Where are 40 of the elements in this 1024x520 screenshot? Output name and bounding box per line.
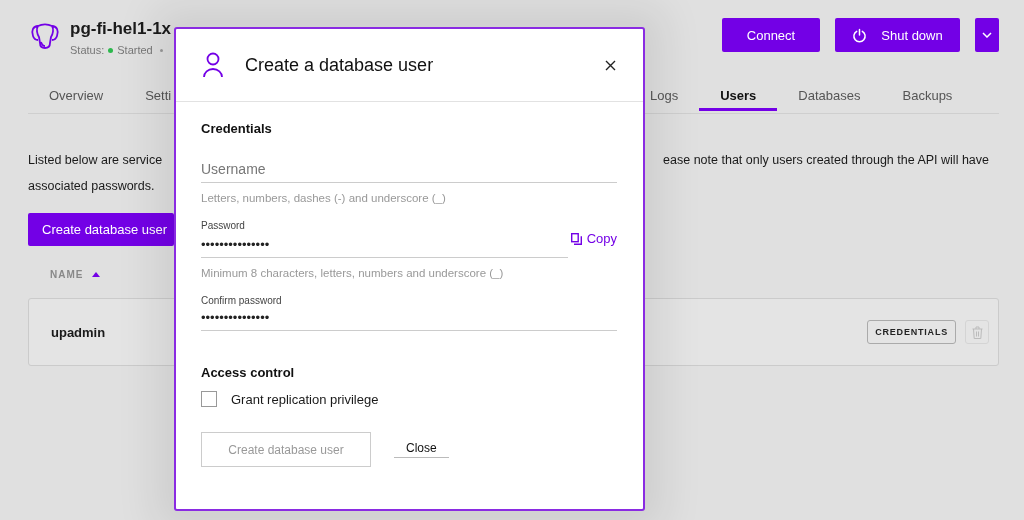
create-user-button[interactable]: Create database user	[28, 213, 174, 246]
username-field[interactable]: Username	[201, 158, 617, 183]
power-icon	[852, 27, 868, 43]
field-label: Confirm password	[201, 295, 283, 306]
description-text: Listed below are service	[28, 152, 163, 169]
description-text: associated passwords.	[28, 179, 155, 193]
tab[interactable]: Overview	[28, 88, 125, 111]
separator-dot-icon	[159, 48, 163, 52]
close-link[interactable]: Close	[394, 441, 449, 458]
connect-button[interactable]: Connect	[722, 18, 820, 52]
password-field[interactable]: •••••••••••••••	[201, 306, 617, 331]
field-label: Password	[201, 220, 246, 231]
dropdown-button[interactable]	[975, 18, 999, 52]
user-name: upadmin	[51, 324, 106, 340]
status-dot-icon	[108, 47, 114, 53]
tab[interactable]: Logs	[648, 88, 700, 111]
tab[interactable]: Databases	[777, 88, 882, 111]
section-heading: Access control	[201, 365, 296, 380]
shut-down-button[interactable]: Shut down	[835, 18, 960, 52]
chevron-down-icon	[982, 32, 992, 38]
trash-icon	[971, 325, 983, 339]
user-icon	[203, 52, 223, 78]
field-hint: Letters, numbers, dashes (-) and underscore (_)	[201, 192, 447, 204]
description-text: ease note that only users created through the API will have	[663, 152, 989, 169]
checkbox[interactable]	[201, 391, 217, 407]
service-title: pg-fi-hel1-1x	[70, 19, 172, 39]
checkbox-label: Grant replication privilege	[231, 391, 379, 407]
elephant-icon	[30, 22, 60, 52]
copy-button[interactable]: Copy	[567, 231, 617, 258]
copy-icon	[570, 232, 582, 245]
field-hint: Minimum 8 characters, letters, numbers and underscore (_)	[201, 267, 505, 279]
tab[interactable]: Users	[699, 88, 778, 111]
tab[interactable]: Setti	[124, 88, 172, 111]
credentials-button[interactable]: CREDENTIALS	[867, 320, 956, 344]
section-heading: Credentials	[201, 121, 273, 136]
password-field[interactable]: •••••••••••••••	[201, 233, 568, 258]
status-text: Started	[117, 44, 153, 56]
status-label: Status:	[70, 44, 105, 56]
tab[interactable]: Backups	[881, 88, 974, 111]
dialog-title: Create a database user	[245, 54, 434, 76]
